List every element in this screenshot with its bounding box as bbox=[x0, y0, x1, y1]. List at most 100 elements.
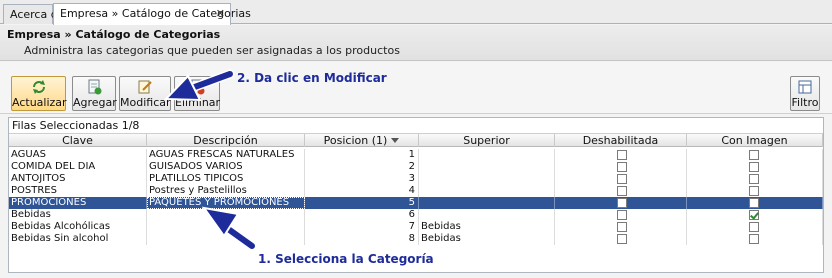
cell-superior bbox=[419, 185, 555, 197]
deshabilitada-checkbox[interactable] bbox=[617, 174, 627, 184]
cell-con-imagen bbox=[687, 197, 823, 209]
edit-document-icon bbox=[138, 80, 152, 94]
table-row[interactable]: AGUAS AGUAS FRESCAS NATURALES 1 bbox=[9, 149, 823, 161]
cell-superior: Bebidas bbox=[419, 221, 555, 233]
cell-descripcion: AGUAS FRESCAS NATURALES bbox=[147, 149, 305, 161]
cell-superior bbox=[419, 173, 555, 185]
deshabilitada-checkbox[interactable] bbox=[617, 210, 627, 220]
cell-superior bbox=[419, 149, 555, 161]
con-imagen-checkbox[interactable] bbox=[749, 150, 759, 160]
cell-deshabilitada bbox=[555, 149, 687, 161]
cell-deshabilitada bbox=[555, 233, 687, 245]
cell-descripcion bbox=[147, 209, 305, 221]
deshabilitada-checkbox[interactable] bbox=[617, 186, 627, 196]
cell-descripcion bbox=[147, 233, 305, 245]
selected-rows-count: Filas Seleccionadas 1/8 bbox=[12, 119, 140, 132]
table-row[interactable]: POSTRES Postres y Pastelillos 4 bbox=[9, 185, 823, 197]
delete-button[interactable]: Eliminar bbox=[174, 76, 220, 111]
cell-deshabilitada bbox=[555, 221, 687, 233]
cell-descripcion: GUISADOS VARIOS bbox=[147, 161, 305, 173]
cell-deshabilitada bbox=[555, 185, 687, 197]
cell-con-imagen bbox=[687, 149, 823, 161]
cell-clave: Bebidas Alcohólicas bbox=[9, 221, 147, 233]
filter-label: Filtro bbox=[791, 96, 819, 109]
cell-con-imagen bbox=[687, 173, 823, 185]
column-header-superior[interactable]: Superior bbox=[419, 134, 555, 147]
tab-bar: Acerca de Empresa » Catálogo de Categori… bbox=[0, 0, 832, 25]
column-header-row: Clave Descripción Posicion (1) Superior … bbox=[9, 133, 823, 147]
column-header-con-imagen[interactable]: Con Imagen bbox=[687, 134, 823, 147]
edit-label: Modificar bbox=[120, 96, 171, 109]
refresh-label: Actualizar bbox=[12, 96, 67, 109]
cell-con-imagen bbox=[687, 209, 823, 221]
page-header: Empresa » Catálogo de Categorias Adminis… bbox=[0, 25, 832, 61]
con-imagen-checkbox[interactable] bbox=[749, 162, 759, 172]
table-row[interactable]: Bebidas Sin alcohol 8 Bebidas bbox=[9, 233, 823, 245]
add-document-icon bbox=[88, 79, 102, 95]
add-label: Agregar bbox=[73, 96, 117, 109]
column-header-deshabilitada[interactable]: Deshabilitada bbox=[555, 134, 687, 147]
con-imagen-checkbox[interactable] bbox=[749, 198, 759, 208]
table-row[interactable]: ANTOJITOS PLATILLOS TIPICOS 3 bbox=[9, 173, 823, 185]
tab-acerca-de[interactable]: Acerca de bbox=[3, 4, 64, 24]
deshabilitada-checkbox[interactable] bbox=[617, 162, 627, 172]
cell-descripcion: Postres y Pastelillos bbox=[147, 185, 305, 197]
page-title: Empresa » Catálogo de Categorias bbox=[7, 28, 221, 41]
column-header-descripcion[interactable]: Descripción bbox=[147, 134, 305, 147]
column-label: Clave bbox=[62, 134, 93, 147]
delete-label: Eliminar bbox=[175, 96, 221, 109]
cell-superior bbox=[419, 209, 555, 221]
add-button[interactable]: Agregar bbox=[72, 76, 117, 111]
deshabilitada-checkbox[interactable] bbox=[617, 234, 627, 244]
column-header-clave[interactable]: Clave bbox=[9, 134, 147, 147]
table-row[interactable]: PROMOCIONES PAQUETES Y PROMOCIONES 5 bbox=[9, 197, 823, 209]
cell-posicion: 4 bbox=[305, 185, 419, 197]
categories-grid: Filas Seleccionadas 1/8 Clave Descripció… bbox=[8, 117, 824, 273]
deshabilitada-checkbox[interactable] bbox=[617, 198, 627, 208]
column-label: Deshabilitada bbox=[582, 134, 659, 147]
column-header-posicion[interactable]: Posicion (1) bbox=[305, 134, 419, 147]
close-icon[interactable]: ✕ bbox=[216, 7, 225, 20]
filter-button[interactable]: Filtro bbox=[790, 76, 820, 111]
refresh-button[interactable]: Actualizar bbox=[11, 76, 67, 111]
con-imagen-checkbox[interactable] bbox=[749, 186, 759, 196]
cell-deshabilitada bbox=[555, 209, 687, 221]
cell-superior bbox=[419, 161, 555, 173]
column-label: Superior bbox=[463, 134, 510, 147]
filter-icon bbox=[798, 80, 812, 94]
cell-posicion: 2 bbox=[305, 161, 419, 173]
cell-con-imagen bbox=[687, 221, 823, 233]
deshabilitada-checkbox[interactable] bbox=[617, 222, 627, 232]
deshabilitada-checkbox[interactable] bbox=[617, 150, 627, 160]
cell-superior bbox=[419, 197, 555, 209]
cell-deshabilitada bbox=[555, 161, 687, 173]
cell-clave: PROMOCIONES bbox=[9, 197, 147, 209]
cell-clave: COMIDA DEL DIA bbox=[9, 161, 147, 173]
cell-clave: Bebidas Sin alcohol bbox=[9, 233, 147, 245]
tab-catalogo-categorias[interactable]: Empresa » Catálogo de Categorias ✕ bbox=[53, 3, 251, 25]
con-imagen-checkbox[interactable] bbox=[749, 174, 759, 184]
cell-clave: AGUAS bbox=[9, 149, 147, 161]
annotation-step-2: 2. Da clic en Modificar bbox=[237, 71, 387, 85]
table-row[interactable]: Bebidas Alcohólicas 7 Bebidas bbox=[9, 221, 823, 233]
cell-con-imagen bbox=[687, 161, 823, 173]
table-row[interactable]: COMIDA DEL DIA GUISADOS VARIOS 2 bbox=[9, 161, 823, 173]
cell-deshabilitada bbox=[555, 197, 687, 209]
con-imagen-checkbox[interactable] bbox=[749, 234, 759, 244]
toolbar: Actualizar Agregar Modificar Eliminar Fi… bbox=[0, 62, 832, 114]
con-imagen-checkbox[interactable] bbox=[749, 222, 759, 232]
cell-posicion: 8 bbox=[305, 233, 419, 245]
con-imagen-checkbox[interactable] bbox=[749, 210, 759, 220]
cell-posicion: 5 bbox=[305, 197, 419, 209]
table-row[interactable]: Bebidas 6 bbox=[9, 209, 823, 221]
column-label: Con Imagen bbox=[721, 134, 788, 147]
cell-clave: POSTRES bbox=[9, 185, 147, 197]
column-label: Descripción bbox=[193, 134, 258, 147]
cell-clave: Bebidas bbox=[9, 209, 147, 221]
delete-document-icon bbox=[191, 79, 205, 95]
cell-posicion: 7 bbox=[305, 221, 419, 233]
cell-descripcion: PLATILLOS TIPICOS bbox=[147, 173, 305, 185]
cell-descripcion bbox=[147, 221, 305, 233]
edit-button[interactable]: Modificar bbox=[119, 76, 171, 111]
sort-descending-icon bbox=[391, 138, 400, 143]
